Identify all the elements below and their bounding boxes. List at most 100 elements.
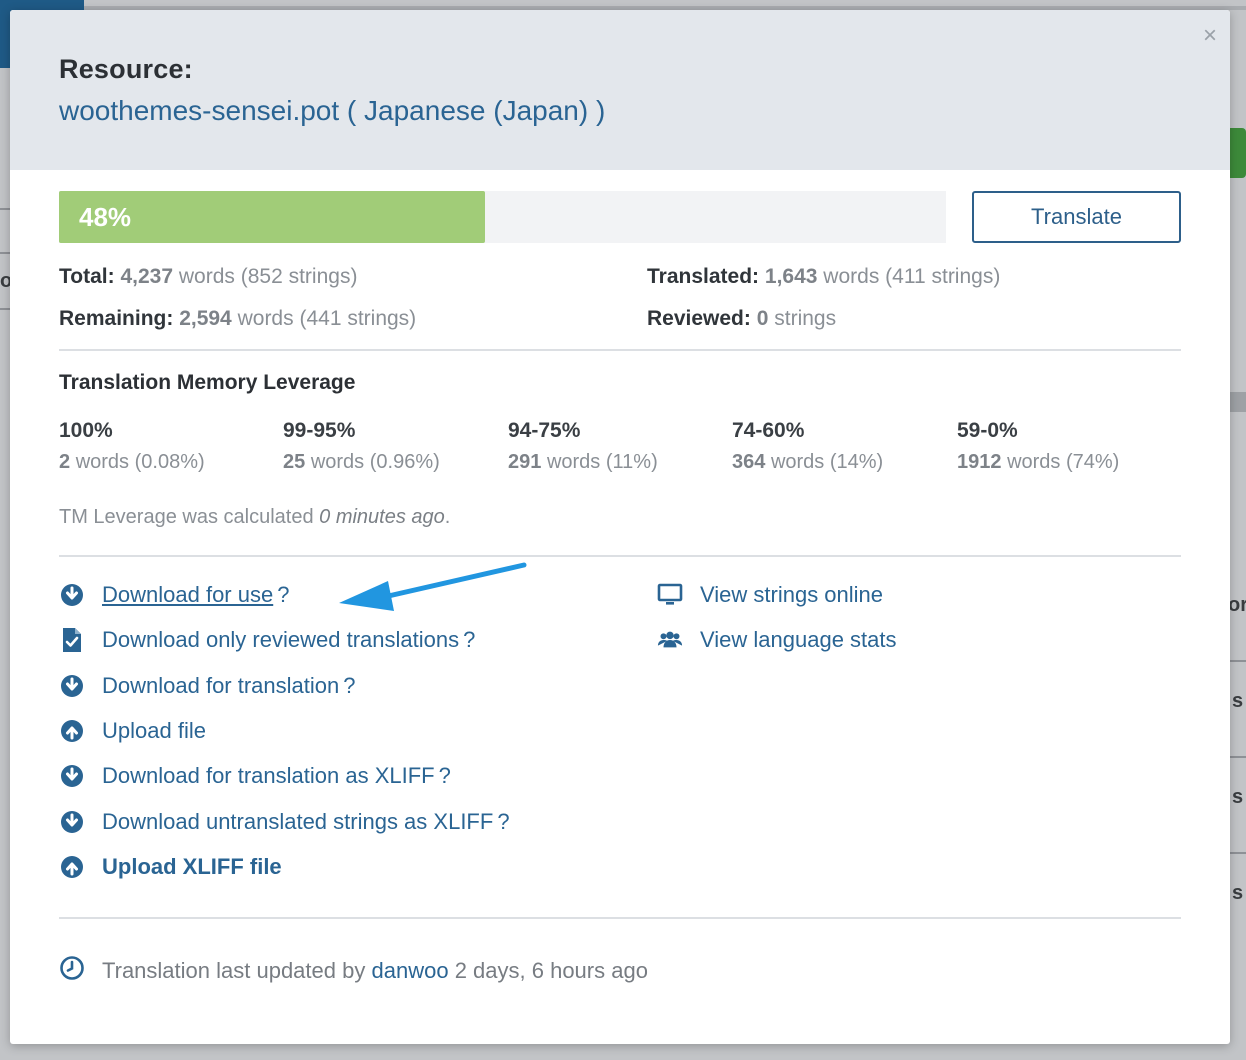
stat-strings: (441 strings) [299, 307, 417, 330]
tm-grid: 100% 2 words (0.08%) 99-95% 25 words (0.… [59, 419, 1181, 485]
tm-word-count: 2 [59, 451, 71, 473]
help-icon[interactable]: ? [277, 582, 289, 608]
stat-words: 4,237 [120, 265, 174, 288]
last-updated-user-link[interactable]: danwoo [371, 958, 448, 983]
last-updated-text: Translation last updated by danwoo 2 day… [102, 958, 648, 984]
download-for-translation-link[interactable]: Download for translation [102, 673, 339, 699]
tm-column: 99-95% 25 words (0.96%) [283, 419, 440, 474]
download-untranslated-xliff-action[interactable]: Download untranslated strings as XLIFF ? [59, 807, 510, 837]
upload-xliff-action[interactable]: Upload XLIFF file [59, 852, 282, 882]
tm-column: 100% 2 words (0.08%) [59, 419, 205, 474]
stat-unit: words [178, 265, 235, 288]
tm-range: 99-95% [283, 419, 356, 442]
progress-bar: 48% [59, 191, 946, 243]
background-text: s [1232, 882, 1244, 904]
upload-circle-icon [59, 718, 85, 744]
upload-file-action[interactable]: Upload file [59, 716, 206, 746]
tm-word-count: 291 [508, 451, 542, 473]
download-reviewed-action[interactable]: Download only reviewed translations ? [59, 625, 475, 655]
word-stats: Total: 4,237 words (852 strings) Remaini… [59, 265, 1181, 349]
resource-modal: Resource: woothemes-sensei.pot ( Japanes… [10, 10, 1230, 1044]
stat-label: Reviewed: [647, 307, 751, 330]
download-reviewed-link[interactable]: Download only reviewed translations [102, 627, 459, 653]
tm-title: Translation Memory Leverage [59, 371, 356, 394]
tm-word-pct: (11%) [605, 451, 658, 473]
download-for-use-action[interactable]: Download for use ? [59, 580, 289, 610]
tm-range: 74-60% [732, 419, 805, 442]
tm-word-unit: words [75, 451, 130, 473]
tm-word-count: 1912 [957, 451, 1002, 473]
modal-header: Resource: woothemes-sensei.pot ( Japanes… [10, 10, 1230, 170]
background-divider [1230, 756, 1246, 758]
tm-column: 59-0% 1912 words (74%) [957, 419, 1119, 474]
tm-word-pct: (74%) [1065, 451, 1120, 473]
help-icon[interactable]: ? [463, 627, 475, 653]
file-check-icon [59, 627, 85, 653]
stat-count: 0 [756, 307, 769, 330]
view-language-stats-link[interactable]: View language stats [700, 627, 897, 653]
close-button[interactable]: × [1200, 24, 1220, 48]
tm-note-suffix: . [444, 506, 451, 528]
stat-remaining: Remaining: 2,594 words (441 strings) [59, 307, 416, 331]
resource-label: Resource: [59, 54, 193, 84]
tm-note-prefix: TM Leverage was calculated [59, 506, 314, 528]
tm-word-count: 364 [732, 451, 766, 473]
help-icon[interactable]: ? [497, 809, 509, 835]
modal-body: 48% Translate Total: 4,237 words (852 st… [10, 191, 1230, 986]
help-icon[interactable]: ? [343, 673, 355, 699]
monitor-icon [657, 582, 683, 608]
stat-unit: strings [774, 307, 837, 330]
tm-note-time: 0 minutes ago [319, 506, 445, 528]
background-divider [1230, 852, 1246, 854]
tm-range: 59-0% [957, 419, 1018, 442]
download-for-translation-action[interactable]: Download for translation ? [59, 671, 356, 701]
tm-column: 94-75% 291 words (11%) [508, 419, 658, 474]
tm-leverage-section: Translation Memory Leverage 100% 2 words… [59, 351, 1181, 555]
download-untranslated-xliff-link[interactable]: Download untranslated strings as XLIFF [102, 809, 493, 835]
tm-word-pct: (0.08%) [134, 451, 205, 473]
users-icon [657, 627, 683, 653]
tm-note: TM Leverage was calculated 0 minutes ago… [59, 506, 1181, 555]
tm-word-unit: words [770, 451, 825, 473]
stat-total: Total: 4,237 words (852 strings) [59, 265, 357, 289]
stat-translated: Translated: 1,643 words (411 strings) [647, 265, 1000, 289]
background-divider [1230, 660, 1246, 662]
help-icon[interactable]: ? [439, 763, 451, 789]
tm-range: 94-75% [508, 419, 581, 442]
download-xliff-action[interactable]: Download for translation as XLIFF ? [59, 761, 451, 791]
stat-label: Total: [59, 265, 115, 288]
tm-words: 291 words (11%) [508, 451, 658, 474]
background-text: s [1232, 786, 1244, 808]
tm-word-count: 25 [283, 451, 306, 473]
pointer-arrow-icon [339, 562, 527, 611]
tm-words: 25 words (0.96%) [283, 451, 440, 474]
stat-words: 1,643 [764, 265, 818, 288]
view-strings-online-action[interactable]: View strings online [657, 580, 883, 610]
stat-unit: words [237, 307, 294, 330]
download-circle-icon [59, 763, 85, 789]
translate-button[interactable]: Translate [972, 191, 1181, 243]
tm-word-pct: (14%) [829, 451, 884, 473]
progress-percent: 48% [79, 202, 132, 232]
tm-words: 1912 words (74%) [957, 451, 1119, 474]
download-xliff-link[interactable]: Download for translation as XLIFF [102, 763, 435, 789]
stat-reviewed: Reviewed: 0 strings [647, 307, 836, 331]
view-strings-online-link[interactable]: View strings online [700, 582, 883, 608]
last-updated-time: 2 days, 6 hours ago [454, 957, 648, 983]
download-for-use-link[interactable]: Download for use [102, 582, 273, 608]
tm-word-unit: words [310, 451, 365, 473]
view-language-stats-action[interactable]: View language stats [657, 625, 897, 655]
upload-circle-icon [59, 854, 85, 880]
progress-row: 48% Translate [59, 191, 1181, 243]
upload-xliff-link[interactable]: Upload XLIFF file [102, 854, 282, 880]
tm-word-pct: (0.96%) [369, 451, 440, 473]
last-updated-prefix: Translation last updated by [102, 957, 366, 983]
stat-strings: (411 strings) [885, 265, 1001, 288]
tm-words: 2 words (0.08%) [59, 451, 205, 474]
tm-column: 74-60% 364 words (14%) [732, 419, 883, 474]
stat-strings: (852 strings) [240, 265, 358, 288]
tm-word-unit: words [1007, 451, 1061, 473]
download-circle-icon [59, 582, 85, 608]
upload-file-link[interactable]: Upload file [102, 718, 206, 744]
clock-icon [59, 955, 85, 986]
